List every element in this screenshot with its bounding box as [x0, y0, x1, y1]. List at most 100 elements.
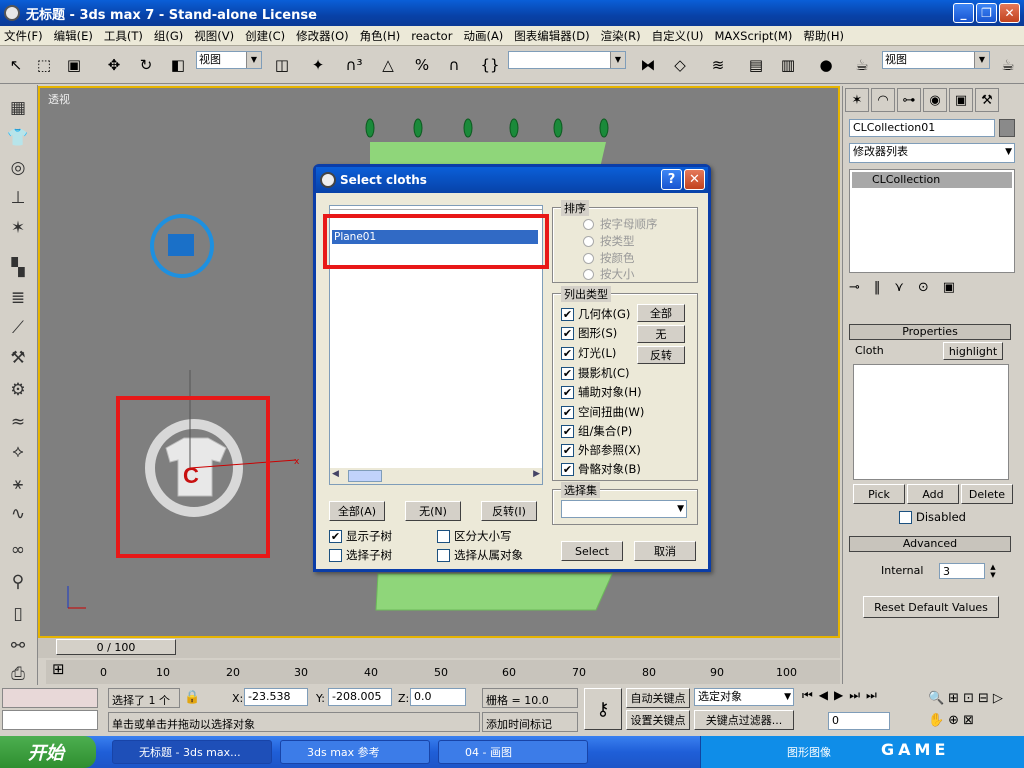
- rotate-icon[interactable]: ↻: [134, 54, 158, 76]
- stick-icon[interactable]: ⟋: [5, 315, 31, 341]
- wind-icon[interactable]: ≈: [5, 409, 31, 435]
- spinner-snap-icon[interactable]: ∩: [442, 54, 466, 76]
- window-crossing-icon[interactable]: ▣: [62, 54, 86, 76]
- type-helpers-checkbox[interactable]: ✔ 辅助对象(H): [561, 384, 642, 400]
- object-color-swatch[interactable]: [999, 119, 1015, 137]
- object-name-field[interactable]: CLCollection01: [849, 119, 995, 137]
- link-icon[interactable]: ⚯: [5, 633, 31, 659]
- coil-icon[interactable]: ≣: [5, 285, 31, 311]
- add-time-tag[interactable]: 添加时间标记: [482, 712, 578, 732]
- plane-icon[interactable]: ⊥: [5, 185, 31, 211]
- grid-icon[interactable]: ▚: [5, 255, 31, 281]
- schematic-view-icon[interactable]: ▥: [776, 54, 800, 76]
- type-xrefs-checkbox[interactable]: ✔ 外部参照(X): [561, 442, 641, 458]
- select-none-button[interactable]: 无(N): [405, 501, 461, 521]
- start-button[interactable]: 开始: [0, 736, 96, 768]
- type-none-button[interactable]: 无: [637, 325, 685, 343]
- advanced-rollout[interactable]: Advanced: [849, 536, 1011, 552]
- menu-view[interactable]: 视图(V): [194, 28, 234, 44]
- quick-render-icon[interactable]: ☕: [996, 54, 1020, 76]
- star-icon[interactable]: ✶: [5, 215, 31, 241]
- modify-tab-icon[interactable]: ◠: [871, 88, 895, 112]
- render-type-select[interactable]: 视图 ▼: [882, 51, 990, 69]
- sphere-icon[interactable]: ◎: [5, 155, 31, 181]
- task-3dsmax[interactable]: 无标题 - 3ds max...: [112, 740, 272, 764]
- type-spacewarps-checkbox[interactable]: ✔ 空间扭曲(W): [561, 404, 644, 420]
- layer-manager-icon[interactable]: ≋: [706, 54, 730, 76]
- display-tab-icon[interactable]: ▣: [949, 88, 973, 112]
- gear-icon[interactable]: ⚙: [5, 377, 31, 403]
- type-geometry-checkbox[interactable]: ✔ 几何体(G): [561, 306, 630, 322]
- rope-icon[interactable]: ∞: [5, 537, 31, 563]
- task-reference[interactable]: 3ds max 参考: [280, 740, 430, 764]
- type-lights-checkbox[interactable]: ✔ 灯光(L): [561, 345, 616, 361]
- pivot-icon[interactable]: ◫: [270, 54, 294, 76]
- sort-color-radio[interactable]: 按颜色: [583, 250, 635, 266]
- cancel-button[interactable]: 取消: [634, 541, 696, 561]
- menu-create[interactable]: 创建(C): [245, 28, 285, 44]
- type-groups-checkbox[interactable]: ✔ 组/集合(P): [561, 423, 632, 439]
- restore-button[interactable]: ❐: [976, 3, 997, 23]
- close-button[interactable]: ✕: [999, 3, 1020, 23]
- highlight-button[interactable]: highlight: [943, 342, 1003, 360]
- utilities-tab-icon[interactable]: ⚒: [975, 88, 999, 112]
- list-hscrollbar[interactable]: ◀ ▶: [330, 468, 542, 484]
- menu-character[interactable]: 角色(H): [360, 28, 401, 44]
- properties-rollout[interactable]: Properties: [849, 324, 1011, 340]
- case-sensitive-checkbox[interactable]: 区分大小写: [437, 528, 512, 544]
- preview-icon[interactable]: ⎙: [5, 661, 31, 687]
- reference-coord-select[interactable]: 视图 ▼: [196, 51, 262, 69]
- select-link-icon[interactable]: ↖: [4, 54, 28, 76]
- menu-maxscript[interactable]: MAXScript(M): [714, 29, 792, 43]
- manipulate-icon[interactable]: ✦: [306, 54, 330, 76]
- menu-customize[interactable]: 自定义(U): [652, 28, 704, 44]
- select-all-button[interactable]: 全部(A): [329, 501, 385, 521]
- menu-tools[interactable]: 工具(T): [104, 28, 143, 44]
- viewport-nav-controls[interactable]: 🔍⊞⊡⊟▷✋⊕⊠: [928, 688, 1022, 732]
- select-subtree-checkbox[interactable]: 选择子树: [329, 547, 392, 563]
- stack-controls[interactable]: ⊸‖⋎⊙▣: [849, 280, 1019, 298]
- menu-reactor[interactable]: reactor: [411, 29, 452, 43]
- z-coord-field[interactable]: 0.0: [410, 688, 466, 706]
- angle-snap-icon[interactable]: △: [376, 54, 400, 76]
- trackbar-icon[interactable]: ⊞: [52, 660, 65, 678]
- select-dependents-checkbox[interactable]: 选择从属对象: [437, 547, 523, 563]
- snap-3d-icon[interactable]: ∩³: [342, 54, 366, 76]
- maxscript-input[interactable]: [2, 710, 98, 730]
- boxes-icon[interactable]: ▦: [5, 95, 31, 121]
- time-slider[interactable]: 0 / 100: [56, 639, 176, 655]
- sort-alpha-radio[interactable]: 按字母顺序: [583, 216, 658, 232]
- type-cameras-checkbox[interactable]: ✔ 摄影机(C): [561, 365, 630, 381]
- create-tab-icon[interactable]: ✶: [845, 88, 869, 112]
- type-bones-checkbox[interactable]: ✔ 骨骼对象(B): [561, 461, 641, 477]
- menu-graph-editors[interactable]: 图表编辑器(D): [514, 28, 589, 44]
- type-invert-button[interactable]: 反转: [637, 346, 685, 364]
- hierarchy-tab-icon[interactable]: ⊶: [897, 88, 921, 112]
- show-subtree-checkbox[interactable]: ✔ 显示子树: [329, 528, 392, 544]
- move-icon[interactable]: ✥: [102, 54, 126, 76]
- maxscript-listener[interactable]: [2, 688, 98, 708]
- hammer-icon[interactable]: ⚒: [5, 345, 31, 371]
- sort-size-radio[interactable]: 按大小: [583, 266, 635, 282]
- menu-edit[interactable]: 编辑(E): [54, 28, 93, 44]
- named-selection-set-select[interactable]: ▼: [508, 51, 626, 69]
- menu-group[interactable]: 组(G): [154, 28, 183, 44]
- motor-icon[interactable]: ⚹: [5, 471, 31, 497]
- dialog-help-button[interactable]: ?: [661, 169, 682, 190]
- current-frame-field[interactable]: 0: [828, 712, 890, 730]
- menu-help[interactable]: 帮助(H): [803, 28, 844, 44]
- menu-animation[interactable]: 动画(A): [463, 28, 503, 44]
- water-icon[interactable]: ∿: [5, 501, 31, 527]
- task-paint[interactable]: 04 - 画图: [438, 740, 588, 764]
- modifier-list-select[interactable]: 修改器列表 ▼: [849, 143, 1015, 163]
- material-editor-icon[interactable]: ●: [814, 54, 838, 76]
- render-scene-icon[interactable]: ☕: [850, 54, 874, 76]
- delete-button[interactable]: Delete: [961, 484, 1013, 504]
- stack-item[interactable]: CLCollection: [852, 172, 1012, 188]
- fan-icon[interactable]: ⟡: [5, 439, 31, 465]
- y-coord-field[interactable]: -208.005: [328, 688, 392, 706]
- internal-spinner-arrows[interactable]: ▲ ▼: [987, 563, 999, 579]
- mirror-icon[interactable]: ⧓: [636, 54, 660, 76]
- minimize-button[interactable]: _: [953, 3, 974, 23]
- playback-controls[interactable]: ⏮◀▶⏭⏭: [802, 688, 922, 708]
